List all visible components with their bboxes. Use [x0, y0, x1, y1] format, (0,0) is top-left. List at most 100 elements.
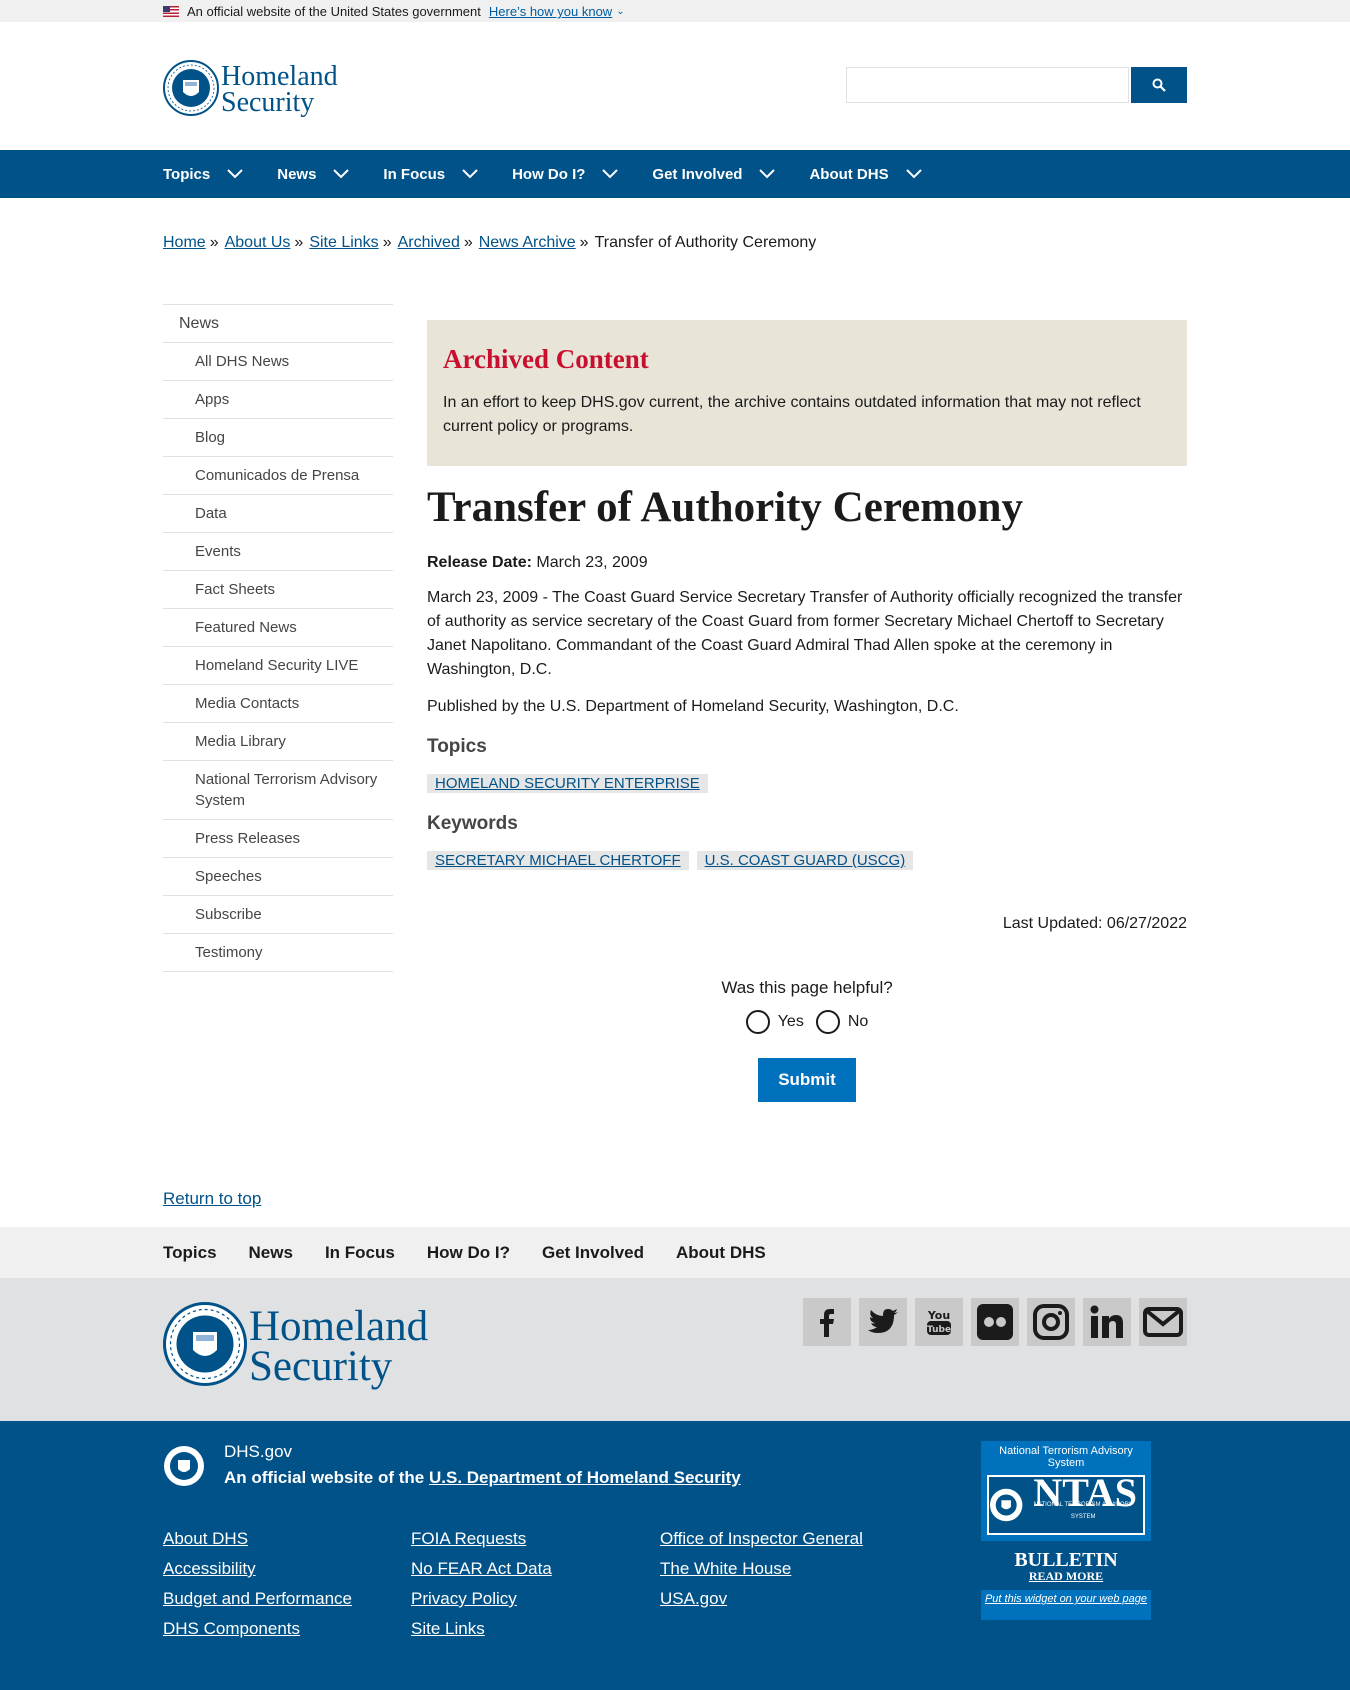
sidebar-item-subscribe[interactable]: Subscribe	[163, 896, 393, 934]
footer-logo-area: Homeland Security You Tube	[0, 1278, 1350, 1421]
footer-navigation: Topics News In Focus How Do I? Get Invol…	[0, 1227, 1350, 1278]
page-helpful-form: Was this page helpful? Yes No Submit	[427, 978, 1187, 1102]
svg-text:Tube: Tube	[927, 1325, 951, 1335]
footer-dhs-logo[interactable]: Homeland Security	[163, 1298, 428, 1396]
footer-link-oig[interactable]: Office of Inspector General	[660, 1524, 863, 1554]
chevron-down-icon	[602, 169, 619, 179]
topics-heading: Topics	[427, 736, 487, 757]
footer-dhs-link[interactable]: U.S. Department of Homeland Security	[429, 1468, 741, 1487]
keyword-tag-link[interactable]: U.S. COAST GUARD (USCG)	[705, 852, 906, 869]
search-button[interactable]	[1131, 67, 1187, 103]
breadcrumb-home[interactable]: Home	[163, 234, 206, 252]
sidebar-item-comunicados[interactable]: Comunicados de Prensa	[163, 457, 393, 495]
breadcrumb-archived[interactable]: Archived	[398, 234, 460, 252]
email-icon	[1143, 1307, 1183, 1337]
footer-link-usa-gov[interactable]: USA.gov	[660, 1584, 863, 1614]
submit-button[interactable]: Submit	[758, 1058, 856, 1102]
nav-how-do-i[interactable]: How Do I?	[512, 166, 619, 183]
nav-about-dhs[interactable]: About DHS	[809, 166, 922, 183]
flickr-link[interactable]	[971, 1298, 1019, 1346]
radio-yes[interactable]: Yes	[745, 1010, 804, 1034]
instagram-link[interactable]	[1027, 1298, 1075, 1346]
footer-link-accessibility[interactable]: Accessibility	[163, 1554, 352, 1584]
sidebar-item-all-dhs-news[interactable]: All DHS News	[163, 343, 393, 381]
logo-line-2: Security	[221, 87, 315, 118]
sidebar-item-apps[interactable]: Apps	[163, 381, 393, 419]
gov-banner-text: An official website of the United States…	[187, 4, 481, 19]
radio-no[interactable]: No	[815, 1010, 869, 1034]
sidebar-item-fact-sheets[interactable]: Fact Sheets	[163, 571, 393, 609]
nav-label: News	[277, 165, 317, 183]
footer-link-site-links[interactable]: Site Links	[411, 1614, 552, 1644]
chevron-down-icon: ⌄	[616, 6, 625, 17]
sidebar-item-events[interactable]: Events	[163, 533, 393, 571]
breadcrumb-about-us[interactable]: About Us	[225, 234, 291, 252]
footer-link-foia[interactable]: FOIA Requests	[411, 1524, 552, 1554]
dhs-logo[interactable]: Homeland Security	[163, 58, 338, 122]
twitter-link[interactable]	[859, 1298, 907, 1346]
sidebar-item-speeches[interactable]: Speeches	[163, 858, 393, 896]
article-body: March 23, 2009 - The Coast Guard Service…	[427, 589, 1183, 678]
search-input[interactable]	[846, 67, 1129, 103]
sidebar-item-testimony[interactable]: Testimony	[163, 934, 393, 972]
footer-link-white-house[interactable]: The White House	[660, 1554, 863, 1584]
footer-link-no-fear[interactable]: No FEAR Act Data	[411, 1554, 552, 1584]
keyword-tag-link[interactable]: SECRETARY MICHAEL CHERTOFF	[435, 852, 681, 869]
chevron-down-icon	[227, 169, 243, 179]
footer-nav-about-dhs[interactable]: About DHS	[676, 1243, 766, 1263]
chevron-down-icon	[905, 169, 922, 179]
flickr-icon	[977, 1304, 1013, 1340]
youtube-link[interactable]: You Tube	[915, 1298, 963, 1346]
footer-link-budget[interactable]: Budget and Performance	[163, 1584, 352, 1614]
sidebar-item-news[interactable]: News	[163, 305, 393, 343]
radio-circle[interactable]	[815, 1010, 840, 1034]
ntas-read-more[interactable]: READ MORE	[981, 1569, 1151, 1584]
facebook-link[interactable]	[803, 1298, 851, 1346]
radio-circle[interactable]	[745, 1010, 770, 1034]
youtube-icon: You Tube	[927, 1309, 951, 1335]
return-to-top-link[interactable]: Return to top	[163, 1189, 261, 1209]
footer-nav-in-focus[interactable]: In Focus	[325, 1243, 395, 1263]
nav-get-involved[interactable]: Get Involved	[652, 166, 776, 183]
radio-no-label: No	[847, 1013, 869, 1030]
footer-nav-topics[interactable]: Topics	[163, 1243, 217, 1263]
main-content: Archived Content In an effort to keep DH…	[427, 320, 1187, 870]
sidebar-item-homeland-security-live[interactable]: Homeland Security LIVE	[163, 647, 393, 685]
email-link[interactable]	[1139, 1298, 1187, 1346]
helpful-radio-group: Yes No	[427, 1010, 1187, 1034]
breadcrumb: Home» About Us» Site Links» Archived» Ne…	[163, 234, 816, 252]
svg-text:You: You	[927, 1309, 950, 1322]
linkedin-link[interactable]	[1083, 1298, 1131, 1346]
footer-nav-how-do-i[interactable]: How Do I?	[427, 1243, 510, 1263]
footer-link-components[interactable]: DHS Components	[163, 1614, 352, 1644]
footer-link-about-dhs[interactable]: About DHS	[163, 1524, 352, 1554]
keyword-tag: SECRETARY MICHAEL CHERTOFF	[427, 851, 689, 870]
topic-tag-link[interactable]: HOMELAND SECURITY ENTERPRISE	[435, 775, 700, 792]
linkedin-icon	[1090, 1305, 1123, 1338]
ntas-widget-link[interactable]: Put this widget on your web page	[985, 1593, 1147, 1605]
page-title: Transfer of Authority Ceremony	[427, 484, 1023, 531]
footer-official-text: An official website of the U.S. Departme…	[224, 1468, 741, 1488]
dhs-seal-icon	[163, 1302, 247, 1386]
footer-links-col-2: FOIA Requests No FEAR Act Data Privacy P…	[411, 1524, 552, 1644]
nav-news[interactable]: News	[277, 166, 350, 183]
heres-how-you-know-link[interactable]: Here’s how you know	[489, 4, 612, 19]
sidebar-item-press-releases[interactable]: Press Releases	[163, 820, 393, 858]
sidebar-item-data[interactable]: Data	[163, 495, 393, 533]
footer-nav-news[interactable]: News	[249, 1243, 293, 1263]
breadcrumb-site-links[interactable]: Site Links	[309, 234, 378, 252]
sidebar-item-featured-news[interactable]: Featured News	[163, 609, 393, 647]
sidebar-item-media-contacts[interactable]: Media Contacts	[163, 685, 393, 723]
breadcrumb-news-archive[interactable]: News Archive	[479, 234, 576, 252]
footer-link-privacy[interactable]: Privacy Policy	[411, 1584, 552, 1614]
nav-topics[interactable]: Topics	[163, 166, 244, 183]
nav-in-focus[interactable]: In Focus	[383, 166, 479, 183]
sidebar-item-media-library[interactable]: Media Library	[163, 723, 393, 761]
sidebar-item-ntas[interactable]: National Terrorism Advisory System	[163, 761, 393, 820]
ntas-header: National Terrorism Advisory System	[999, 1445, 1133, 1469]
us-flag-icon	[163, 6, 179, 17]
ntas-widget[interactable]: National Terrorism Advisory System NTAS …	[981, 1441, 1151, 1621]
sidebar-item-blog[interactable]: Blog	[163, 419, 393, 457]
footer-nav-get-involved[interactable]: Get Involved	[542, 1243, 644, 1263]
ntas-letters: NTAS	[1033, 1470, 1138, 1515]
